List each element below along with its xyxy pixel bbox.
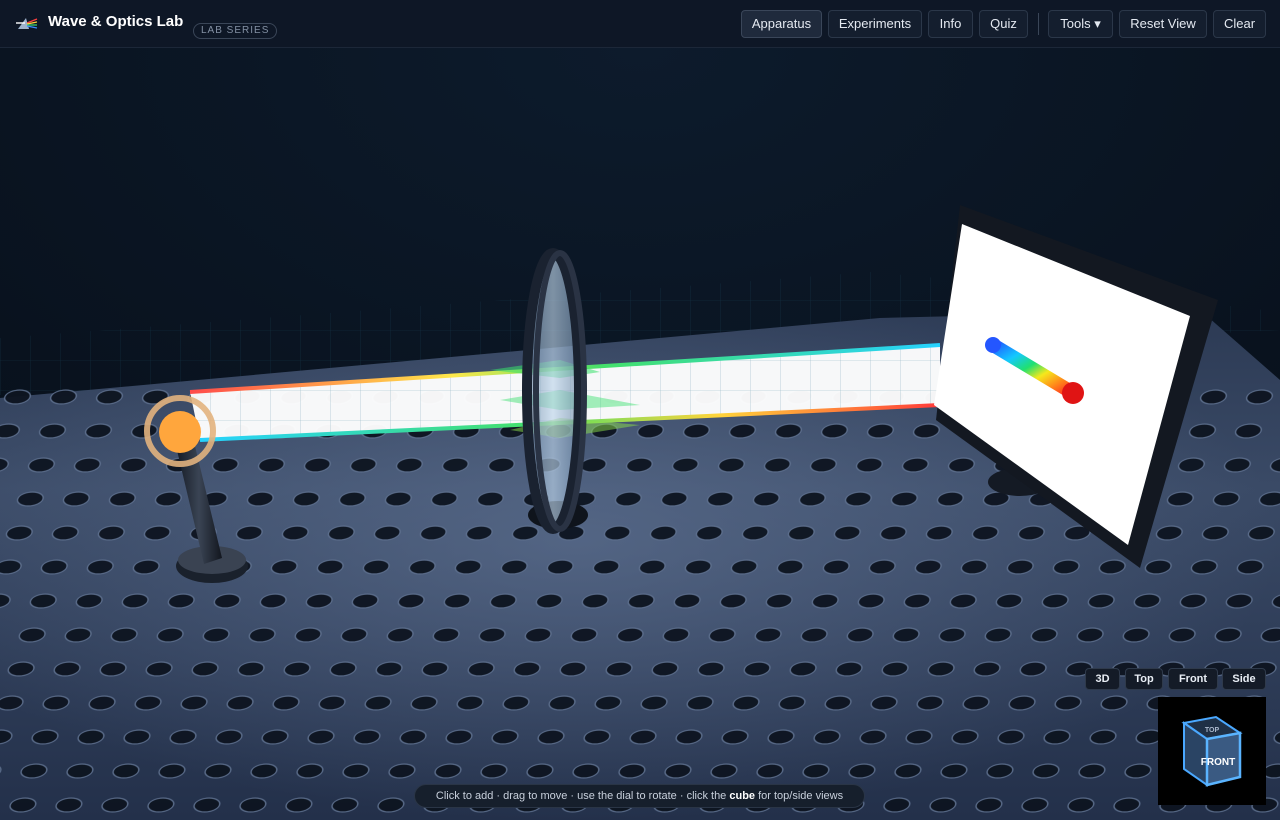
instruction-hint: Click to add · drag to move · use the di… bbox=[414, 784, 865, 808]
hint-text-end: for top/side views bbox=[755, 790, 844, 802]
view-top-button[interactable]: Top bbox=[1125, 668, 1163, 690]
view-front-button[interactable]: Front bbox=[1168, 668, 1218, 690]
cube-front-label: FRONT bbox=[1201, 757, 1235, 768]
clear-button[interactable]: Clear bbox=[1213, 10, 1266, 38]
top-bar: Wave & Optics Lab LAB SERIES Apparatus E… bbox=[0, 0, 1280, 48]
view-side-button[interactable]: Side bbox=[1222, 668, 1266, 690]
tools-menu-button[interactable]: Tools ▾ bbox=[1048, 10, 1113, 38]
cube-icon: TOP FRONT bbox=[1181, 715, 1243, 787]
lab-scene-canvas[interactable] bbox=[0, 48, 1280, 820]
app-title: Wave & Optics Lab bbox=[48, 13, 184, 30]
toolbar-divider bbox=[1038, 13, 1039, 35]
cube-top-label: TOP bbox=[1205, 727, 1220, 734]
apparatus-button[interactable]: Apparatus bbox=[741, 10, 822, 38]
hint-text-cube: cube bbox=[729, 790, 756, 802]
convex-lens[interactable] bbox=[522, 248, 588, 534]
info-button[interactable]: Info bbox=[928, 10, 973, 38]
series-badge: LAB SERIES bbox=[193, 23, 278, 39]
experiments-button[interactable]: Experiments bbox=[828, 10, 922, 38]
prism-icon bbox=[16, 18, 38, 29]
navigation-cube[interactable]: TOP FRONT bbox=[1158, 697, 1266, 805]
view-3d-button[interactable]: 3D bbox=[1085, 668, 1120, 690]
optics-lab-app: Wave & Optics Lab LAB SERIES Apparatus E… bbox=[0, 0, 1280, 820]
reset-view-button[interactable]: Reset View bbox=[1119, 10, 1207, 38]
quiz-button[interactable]: Quiz bbox=[979, 10, 1028, 38]
hint-text-start: Click to add · drag to move · use the di… bbox=[435, 790, 730, 802]
